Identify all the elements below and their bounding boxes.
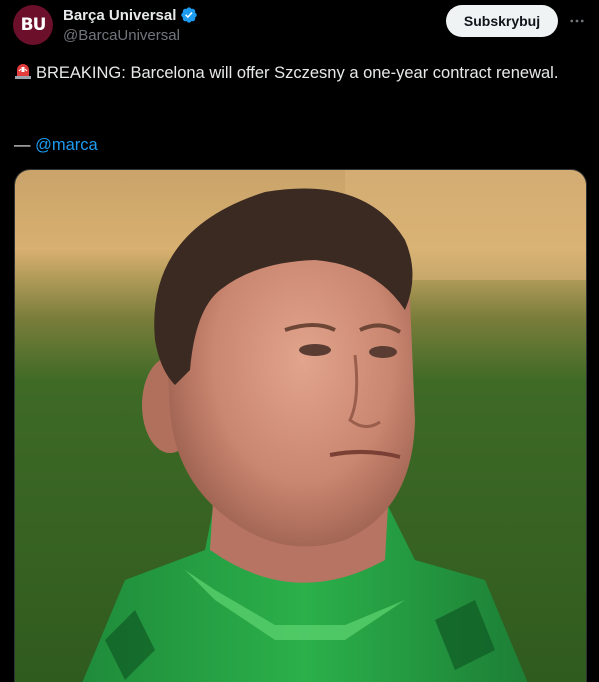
goalkeeper-photo [15,170,586,682]
more-horizontal-icon[interactable] [566,10,588,32]
subscribe-button[interactable]: Subskrybuj [446,5,558,37]
tweet: BU Barça Universal @BarcaUniversal Subsk… [0,0,599,682]
tweet-body: BREAKING: Barcelona will offer Szczesny … [36,64,559,82]
author-handle[interactable]: @BarcaUniversal [63,27,180,44]
avatar[interactable]: BU [13,5,53,45]
source-prefix: — [14,136,36,154]
tweet-text: BREAKING: Barcelona will offer Szczesny … [14,61,574,86]
avatar-initials: BU [20,15,47,35]
display-name[interactable]: Barça Universal [63,7,176,24]
verified-badge-icon [180,6,198,24]
tweet-source: — @marca [14,133,98,158]
source-link[interactable]: @marca [35,136,98,154]
tweet-media-photo[interactable] [14,169,587,682]
author-name-row: Barça Universal [63,6,198,24]
rotating-light-icon [14,62,32,80]
